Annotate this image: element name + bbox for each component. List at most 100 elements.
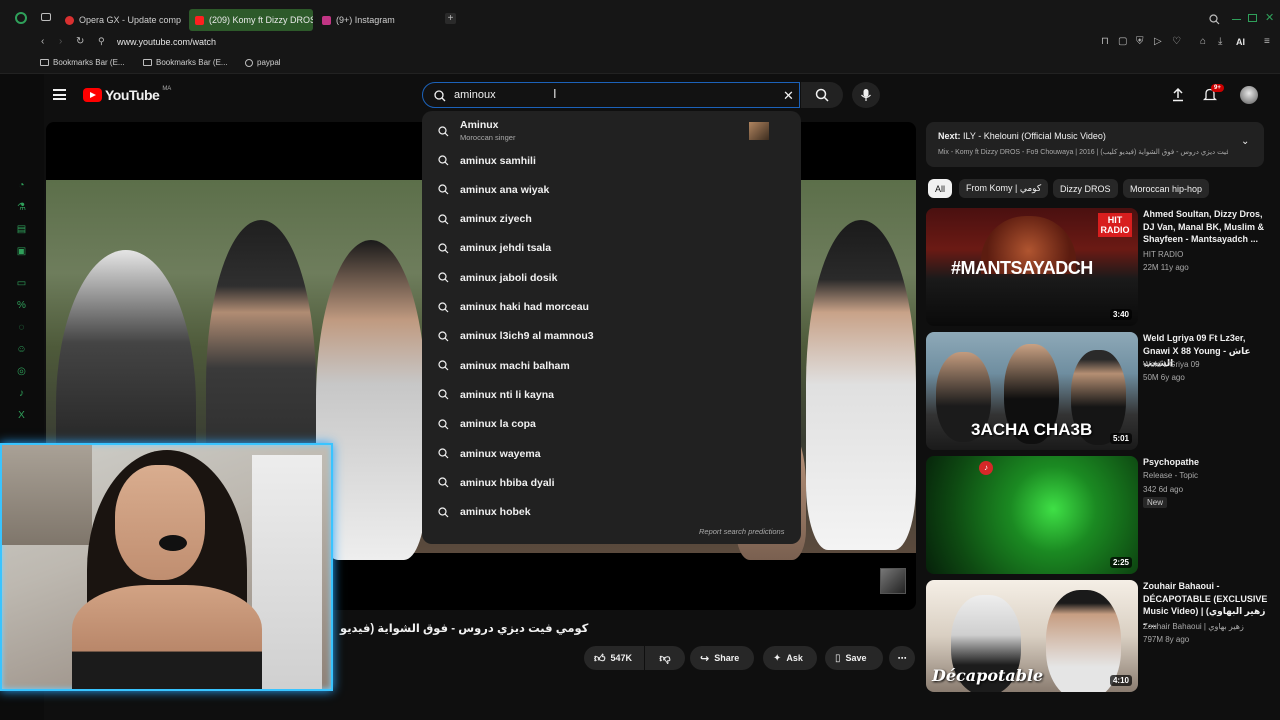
search-query-text[interactable]: aminoux	[454, 89, 496, 101]
ask-button[interactable]: ✦ Ask	[763, 646, 817, 670]
avatar[interactable]	[1240, 86, 1258, 104]
voice-search-button[interactable]	[852, 82, 880, 108]
chip-moroccan-hip-hop[interactable]: Moroccan hip-hop	[1123, 179, 1210, 198]
back-icon[interactable]: ‹	[41, 36, 44, 47]
suggestion-item[interactable]: aminux la copa	[422, 410, 801, 439]
youtube-logo[interactable]: YouTube MA	[83, 86, 172, 103]
suggestion-item[interactable]: aminux nti li kayna	[422, 380, 801, 409]
video-meta: 342 6d ago	[1143, 485, 1184, 494]
search-suggestions-dropdown: Aminux Moroccan singer aminux samhili ami…	[422, 111, 801, 544]
tab-instagram[interactable]: (9+) Instagram	[316, 9, 436, 31]
menu-icon[interactable]: ≡	[1264, 36, 1270, 47]
opera-gx-logo-icon[interactable]	[15, 12, 27, 24]
like-button[interactable]: 👍︎ 547K	[584, 646, 644, 670]
search-icon	[438, 243, 449, 254]
minimize-window-icon[interactable]	[1232, 19, 1241, 20]
search-input[interactable]: aminoux I ✕	[422, 82, 800, 108]
dislike-button[interactable]: 👎︎	[645, 646, 685, 670]
suggestion-item[interactable]: aminux samhili	[422, 146, 801, 175]
new-tab-button[interactable]: +	[445, 13, 456, 24]
suggestion-title: Aminux	[460, 119, 499, 131]
reload-icon[interactable]: ↻	[76, 36, 84, 47]
video-channel[interactable]: Zouhair Bahaoui | زهير بهاوي	[1143, 622, 1244, 631]
url-text[interactable]: www.youtube.com/watch	[117, 37, 216, 47]
site-settings-icon[interactable]: ⚲	[98, 36, 105, 47]
up-next-panel[interactable]: Next: ILY - Khelouni (Official Music Vid…	[926, 122, 1264, 167]
bookmarks-bar: Bookmarks Bar (E... Bookmarks Bar (E... …	[0, 54, 1280, 74]
chevron-down-icon[interactable]: ⌄	[1241, 136, 1249, 147]
forward-icon[interactable]: ›	[59, 36, 62, 47]
play-icon[interactable]: ▷	[1154, 36, 1162, 47]
video-channel[interactable]: Release - Topic	[1143, 471, 1198, 480]
wallet-icon[interactable]: ⌂	[1200, 36, 1206, 47]
close-window-icon[interactable]: ✕	[1265, 11, 1274, 24]
suggestion-item[interactable]: aminux hobek	[422, 498, 801, 527]
suggestion-item[interactable]: aminux jaboli dosik	[422, 263, 801, 292]
x-icon[interactable]: X	[16, 410, 27, 421]
suggestion-item[interactable]: aminux haki had morceau	[422, 293, 801, 322]
video-thumbnail[interactable]: 3ACHA CHA3B 5:01	[926, 332, 1138, 450]
search-button[interactable]	[801, 82, 843, 108]
suggestion-item[interactable]: aminux jehdi tsala	[422, 234, 801, 263]
search-icon	[438, 126, 449, 137]
snapshot-icon[interactable]: ▢	[1118, 36, 1127, 47]
bookmark-paypal[interactable]: paypal	[245, 58, 281, 67]
video-thumbnail[interactable]: Décapotable 4:10	[926, 580, 1138, 692]
gx-corner-icon[interactable]: ▣	[16, 246, 27, 257]
ai-button[interactable]: AI	[1236, 37, 1245, 47]
video-duration: 4:10	[1109, 675, 1132, 686]
shield-icon[interactable]: ⛨	[1136, 36, 1144, 47]
save-button[interactable]: ▯ Save	[825, 646, 883, 670]
twitch-icon[interactable]: ▭	[16, 278, 27, 289]
tiktok-icon[interactable]: ♪	[16, 388, 27, 399]
suggestion-item[interactable]: aminux ziyech	[422, 205, 801, 234]
tab-youtube-komy[interactable]: (209) Komy ft Dizzy DROS	[189, 9, 313, 31]
upload-icon[interactable]	[1171, 87, 1185, 102]
video-thumbnail[interactable]: #MANTSAYADCH HIT RADIO 3:40	[926, 208, 1138, 326]
suggestion-item[interactable]: aminux hbiba dyali	[422, 468, 801, 497]
hamburger-menu-icon[interactable]	[53, 89, 66, 100]
video-channel[interactable]: Weld L'Griya 09	[1143, 360, 1200, 369]
download-icon[interactable]: ⤓	[1218, 36, 1222, 47]
news-icon[interactable]: ▤	[16, 224, 27, 235]
clear-search-icon[interactable]: ✕	[783, 88, 794, 104]
video-person	[806, 220, 916, 550]
report-search-predictions-link[interactable]: Report search predictions	[699, 527, 784, 536]
chip-all[interactable]: All	[928, 179, 953, 198]
video-duration: 3:40	[1109, 309, 1132, 320]
chip-from-komy[interactable]: From Komy | كومي	[959, 179, 1049, 198]
suggestion-item[interactable]: aminux machi balham	[422, 351, 801, 380]
percent-icon[interactable]: %	[16, 300, 27, 311]
share-button[interactable]: ↪ Share	[690, 646, 754, 670]
heart-icon[interactable]: ♡	[1172, 36, 1181, 47]
suggestion-item[interactable]: aminux ana wiyak	[422, 175, 801, 204]
more-actions-button[interactable]: ⋯	[889, 646, 915, 670]
video-title: كومي فيت ديزي دروس - فوق الشواية (فيديو	[340, 623, 589, 635]
video-channel[interactable]: HIT RADIO	[1143, 250, 1183, 259]
search-icon	[438, 389, 449, 400]
video-title[interactable]: Ahmed Soultan, Dizzy Dros, DJ Van, Manal…	[1143, 208, 1268, 246]
instagram-icon[interactable]: ◎	[16, 366, 27, 377]
gx-control-icon[interactable]: ⚗	[16, 202, 27, 213]
search-tabs-icon[interactable]	[1209, 14, 1220, 25]
browser-tab-bar: Opera GX - Update comple (209) Komy ft D…	[0, 0, 1280, 32]
bookmark-folder-1[interactable]: Bookmarks Bar (E...	[40, 58, 125, 67]
notifications-button[interactable]: 9+	[1202, 84, 1224, 103]
tab-opera-update[interactable]: Opera GX - Update comple	[59, 9, 181, 31]
bookmark-folder-2[interactable]: Bookmarks Bar (E...	[143, 58, 228, 67]
bookmark-page-icon[interactable]: ⊓	[1101, 36, 1109, 47]
suggestion-item[interactable]: aminux l3ich9 al mamnou3	[422, 322, 801, 351]
tab-menu-icon[interactable]	[41, 13, 51, 21]
region-code: MA	[162, 86, 172, 92]
clock-icon[interactable]: ◔	[16, 180, 27, 191]
video-thumbnail[interactable]: ♪ 2:25	[926, 456, 1138, 574]
chip-dizzy-dros[interactable]: Dizzy DROS	[1053, 179, 1118, 198]
maximize-window-icon[interactable]	[1248, 14, 1257, 22]
suggestion-rich-aminux[interactable]: Aminux Moroccan singer	[422, 116, 801, 146]
video-duration: 2:25	[1109, 557, 1132, 568]
suggestion-item[interactable]: aminux wayema	[422, 439, 801, 468]
thumbs-down-icon: 👎︎	[659, 652, 671, 665]
video-title[interactable]: Psychopathe	[1143, 456, 1268, 469]
whatsapp-icon[interactable]: ◌	[16, 322, 27, 333]
discord-icon[interactable]: ☺	[16, 344, 27, 355]
